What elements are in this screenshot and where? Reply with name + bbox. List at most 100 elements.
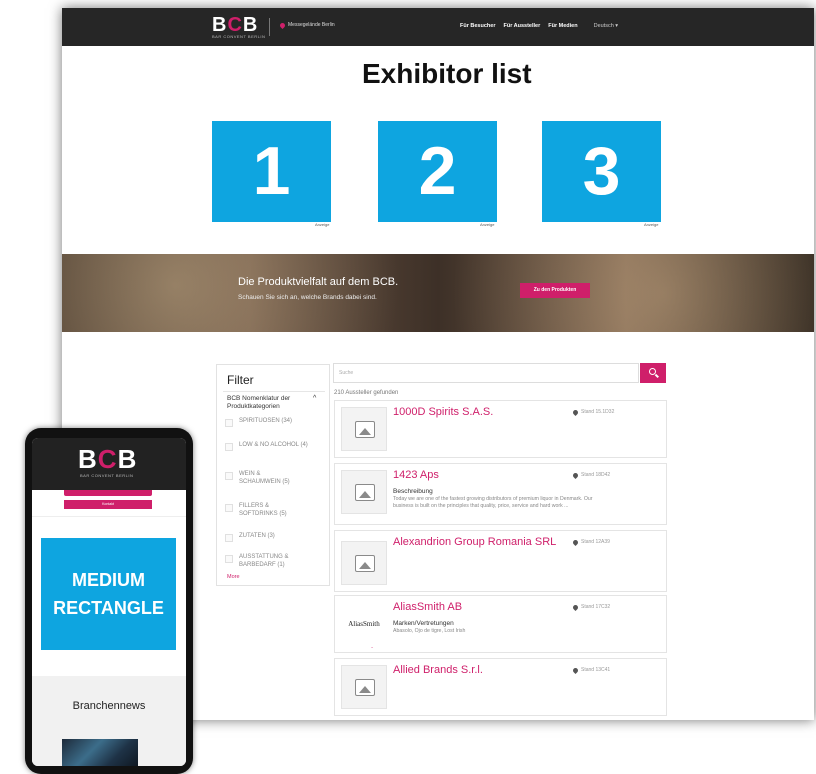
chevron-up-icon[interactable]: ^ — [313, 395, 316, 402]
stand-label: Stand 13C41 — [581, 667, 611, 673]
phone-mockup: BCB BAR CONVENT BERLIN Kontakt MEDIUM RE… — [25, 428, 193, 774]
stand-number: Stand 18D42 — [571, 471, 611, 479]
phone-divider — [32, 516, 186, 517]
ad-line-2: RECTANGLE — [53, 598, 164, 618]
exhibitor-name[interactable]: 1000D Spirits S.A.S. — [393, 406, 568, 419]
checkbox[interactable] — [225, 555, 233, 563]
location-pin-icon — [571, 471, 580, 479]
banner-photo — [62, 254, 814, 332]
filter-option[interactable]: WEIN & SCHAUMWEIN (5) — [225, 471, 299, 486]
search-button[interactable] — [640, 363, 666, 383]
placeholder-thumbnail — [341, 470, 387, 514]
checkbox[interactable] — [225, 472, 233, 480]
page-title: Exhibitor list — [362, 58, 532, 89]
venue-location[interactable]: Messegelände Berlin — [278, 21, 335, 29]
exhibitor-name[interactable]: Alexandrion Group Romania SRL — [393, 536, 568, 549]
filter-option[interactable]: SPIRITUOSEN (34) — [225, 418, 319, 427]
placeholder-thumbnail — [341, 541, 387, 585]
image-icon — [355, 484, 375, 501]
location-pin-icon — [571, 666, 580, 674]
stand-number: Stand 17C32 — [571, 603, 611, 611]
bcb-logo[interactable]: BCB BAR CONVENT BERLIN — [212, 14, 265, 42]
filter-option-label: AUSSTATTUNG & BARBEDARF (1) — [239, 554, 289, 568]
filter-option[interactable]: AUSSTATTUNG & BARBEDARF (1) — [225, 554, 303, 569]
more-link[interactable]: More — [227, 574, 240, 580]
ad-line-1: MEDIUM — [72, 570, 145, 590]
stand-number: Stand 13C41 — [571, 666, 611, 674]
exhibitor-name[interactable]: 1423 Aps — [393, 469, 568, 482]
exhibitor-card[interactable]: AliasSmith ~ AliasSmith AB Stand 17C32 Ma… — [334, 595, 667, 653]
product-banner: Die Produktvielfalt auf dem BCB. Schauen… — [62, 254, 814, 332]
stand-label: Stand 18D42 — [581, 472, 611, 478]
image-icon — [355, 421, 375, 438]
exhibitor-card[interactable]: Alexandrion Group Romania SRL Stand 12A3… — [334, 530, 667, 592]
brands-list: Abasolo, Ojo de tigre, Lost Irish — [393, 628, 466, 634]
filter-option[interactable]: FILLERS & SOFTDRINKS (5) — [225, 503, 299, 518]
banner-subtitle: Schauen Sie sich an, welche Brands dabei… — [238, 294, 377, 301]
filter-option-label: WEIN & SCHAUMWEIN (5) — [239, 471, 290, 485]
phone-logo-subtitle: BAR CONVENT BERLIN — [80, 473, 134, 478]
filter-option-label: SPIRITUOSEN (34) — [239, 418, 293, 424]
checkbox[interactable] — [225, 534, 233, 542]
language-selector[interactable]: Deutsch ▾ — [594, 23, 618, 29]
main-nav: Für Besucher Für Aussteller Für Medien D… — [460, 23, 618, 29]
image-icon — [355, 679, 375, 696]
exhibitor-name[interactable]: AliasSmith AB — [393, 601, 568, 614]
stand-label: Stand 17C32 — [581, 604, 611, 610]
ad-label-1: Anzeige — [315, 222, 330, 227]
venue-label: Messegelände Berlin — [288, 22, 335, 28]
result-count: 210 Aussteller gefunden — [334, 390, 399, 396]
location-pin-icon — [278, 21, 287, 29]
location-pin-icon — [571, 408, 580, 416]
phone-menu-button[interactable] — [64, 490, 152, 496]
filter-option-label: LOW & NO ALCOHOL (4) — [239, 442, 308, 448]
header-divider — [269, 18, 270, 36]
ad-slot-3[interactable]: 3 — [542, 121, 661, 222]
logo-text: AliasSmith — [348, 620, 380, 628]
checkbox[interactable] — [225, 419, 233, 427]
ad-label-2: Anzeige — [480, 222, 495, 227]
filter-option-label: ZUTATEN (3) — [239, 533, 275, 539]
checkbox[interactable] — [225, 504, 233, 512]
filter-option[interactable]: ZUTATEN (3) — [225, 533, 319, 542]
exhibitor-name[interactable]: Allied Brands S.r.l. — [393, 664, 568, 677]
phone-header: BCB BAR CONVENT BERLIN — [32, 438, 186, 490]
news-photo[interactable] — [62, 739, 138, 766]
composite-mockup: BCB BAR CONVENT BERLIN Messegelände Berl… — [0, 0, 816, 774]
filter-category[interactable]: BCB Nomenklatur der Produktkategorien — [227, 395, 307, 411]
search-input[interactable]: Suche — [333, 363, 639, 383]
exhibitor-card[interactable]: Allied Brands S.r.l. Stand 13C41 — [334, 658, 667, 716]
search-placeholder: Suche — [339, 370, 354, 376]
medium-rectangle-ad[interactable]: MEDIUM RECTANGLE — [41, 538, 176, 650]
aliassmith-logo: AliasSmith ~ — [341, 602, 387, 650]
nav-visitors[interactable]: Für Besucher — [460, 23, 495, 29]
nav-exhibitors[interactable]: Für Aussteller — [503, 23, 540, 29]
nav-media[interactable]: Für Medien — [548, 23, 577, 29]
brands-label: Marken/Vertretungen — [393, 620, 454, 627]
logo-subtitle: BAR CONVENT BERLIN — [212, 34, 266, 39]
news-title: Branchennews — [72, 700, 146, 712]
stand-number: Stand 15.1D32 — [571, 408, 615, 416]
placeholder-thumbnail — [341, 407, 387, 451]
filter-divider — [223, 391, 325, 392]
phone-contact-button[interactable]: Kontakt — [64, 500, 152, 509]
stand-label: Stand 15.1D32 — [581, 409, 615, 415]
exhibitor-card[interactable]: 1423 Aps Stand 18D42 Beschreibung Today … — [334, 463, 667, 525]
location-pin-icon — [571, 603, 580, 611]
location-pin-icon — [571, 538, 580, 546]
exhibitor-description: Today we are one of the fastest growing … — [393, 496, 593, 509]
exhibitor-card[interactable]: 1000D Spirits S.A.S. Stand 15.1D32 — [334, 400, 667, 458]
banner-title: Die Produktvielfalt auf dem BCB. — [238, 276, 399, 288]
stand-label: Stand 12A39 — [581, 539, 610, 545]
ad-slot-2[interactable]: 2 — [378, 121, 497, 222]
products-button[interactable]: Zu den Produkten — [520, 283, 590, 298]
stand-number: Stand 12A39 — [571, 538, 610, 546]
ad-slot-1[interactable]: 1 — [212, 121, 331, 222]
checkbox[interactable] — [225, 443, 233, 451]
description-label: Beschreibung — [393, 488, 433, 495]
filter-title: Filter — [227, 373, 254, 387]
filter-option[interactable]: LOW & NO ALCOHOL (4) — [225, 442, 319, 451]
filter-option-label: FILLERS & SOFTDRINKS (5) — [239, 503, 287, 517]
phone-bcb-logo[interactable]: BCB BAR CONVENT BERLIN — [78, 444, 137, 478]
phone-screen: BCB BAR CONVENT BERLIN Kontakt MEDIUM RE… — [32, 438, 186, 766]
